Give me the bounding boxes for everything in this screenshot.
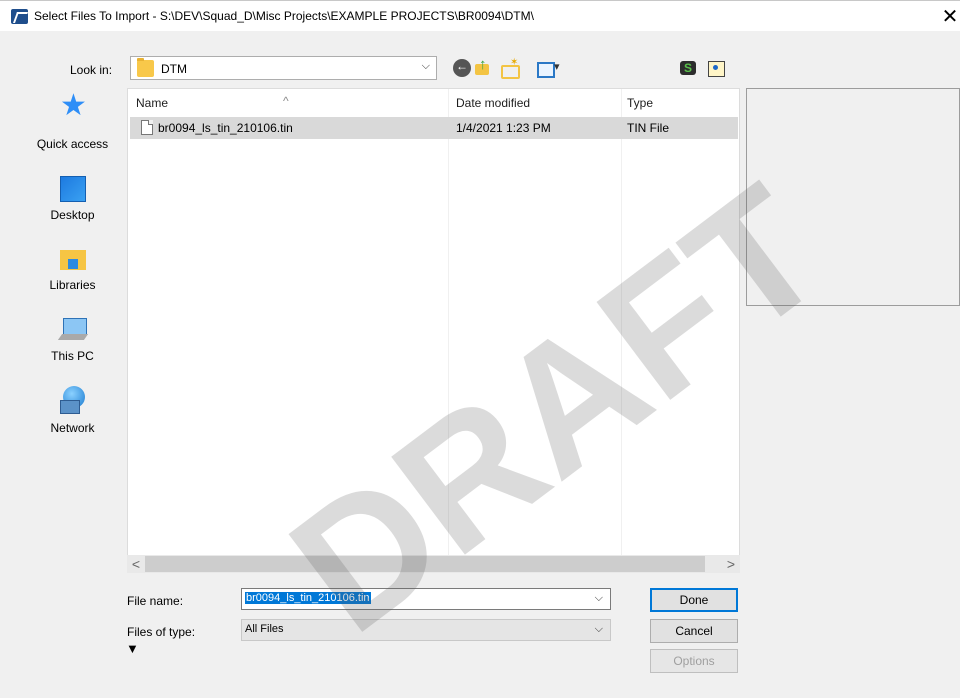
files-of-type-label: Files of type: bbox=[127, 625, 196, 639]
place-label: This PC bbox=[51, 349, 94, 363]
libraries-icon bbox=[60, 246, 86, 272]
column-divider bbox=[448, 89, 449, 557]
done-button[interactable]: Done bbox=[650, 588, 738, 612]
scroll-left-icon[interactable]: < bbox=[127, 555, 145, 573]
file-list[interactable]: Name ^ Date modified Type br0094_ls_tin_… bbox=[127, 88, 740, 558]
file-date-modified: 1/4/2021 1:23 PM bbox=[456, 121, 551, 135]
preview-tool-icon[interactable] bbox=[707, 59, 725, 77]
options-button[interactable]: Options bbox=[650, 649, 738, 673]
preview-pane bbox=[746, 88, 960, 306]
place-label: Libraries bbox=[49, 278, 96, 292]
chevron-down-icon: ⌵ bbox=[421, 60, 430, 72]
scroll-right-icon[interactable]: > bbox=[722, 555, 740, 573]
files-of-type-value: All Files bbox=[245, 623, 284, 635]
place-network[interactable]: Network bbox=[22, 386, 123, 456]
application-tool-icon[interactable] bbox=[680, 59, 698, 77]
file-name-label: File name: bbox=[127, 594, 184, 608]
files-of-type-dropdown[interactable]: All Files ⌵ bbox=[241, 619, 611, 641]
column-header-type[interactable]: Type bbox=[627, 96, 653, 110]
file-row[interactable]: br0094_ls_tin_210106.tin 1/4/2021 1:23 P… bbox=[130, 117, 738, 139]
column-divider bbox=[621, 89, 622, 557]
places-bar: Quick access Desktop Libraries This PC N… bbox=[22, 88, 123, 444]
file-name-field[interactable]: br0094_ls_tin_210106.tin ⌵ bbox=[241, 588, 611, 610]
expand-options-icon[interactable]: ▼ bbox=[126, 641, 139, 656]
view-menu-icon[interactable] bbox=[536, 59, 564, 78]
quick-access-icon bbox=[60, 89, 87, 123]
file-icon bbox=[141, 120, 153, 135]
column-header-name[interactable]: Name ^ bbox=[136, 94, 289, 110]
place-label: Desktop bbox=[50, 208, 95, 222]
close-icon[interactable]: ✕ bbox=[940, 4, 960, 28]
look-in-value: DTM bbox=[161, 62, 187, 76]
place-label: Quick access bbox=[36, 137, 109, 151]
selected-file-name-text: br0094_ls_tin_210106.tin bbox=[245, 592, 371, 604]
this-pc-icon bbox=[60, 316, 87, 342]
desktop-icon bbox=[60, 176, 86, 202]
folder-icon bbox=[137, 58, 154, 77]
place-quick-access[interactable]: Quick access bbox=[22, 88, 123, 158]
new-folder-icon[interactable] bbox=[500, 57, 520, 79]
chevron-down-icon[interactable]: ⌵ bbox=[595, 592, 603, 605]
title-bar: Select Files To Import - S:\DEV\Squad_D\… bbox=[0, 1, 960, 31]
place-libraries[interactable]: Libraries bbox=[22, 243, 123, 313]
app-logo-icon bbox=[11, 9, 28, 24]
file-name: br0094_ls_tin_210106.tin bbox=[158, 121, 293, 135]
cancel-button[interactable]: Cancel bbox=[650, 619, 738, 643]
horizontal-scrollbar[interactable]: < > bbox=[127, 555, 740, 573]
sort-indicator-icon: ^ bbox=[283, 94, 289, 108]
network-icon bbox=[60, 386, 86, 414]
look-in-dropdown[interactable]: DTM ⌵ bbox=[130, 56, 437, 80]
column-header-name-label: Name bbox=[136, 96, 169, 110]
look-in-label: Look in: bbox=[70, 63, 113, 77]
select-files-dialog: Select Files To Import - S:\DEV\Squad_D\… bbox=[0, 0, 960, 698]
file-name-value: br0094_ls_tin_210106.tin bbox=[245, 592, 371, 604]
column-header-date-modified[interactable]: Date modified bbox=[456, 96, 530, 110]
window-title: Select Files To Import - S:\DEV\Squad_D\… bbox=[34, 9, 534, 23]
file-type: TIN File bbox=[627, 121, 669, 135]
back-icon[interactable] bbox=[453, 59, 471, 77]
up-one-level-icon[interactable] bbox=[474, 56, 492, 77]
chevron-down-icon: ⌵ bbox=[594, 623, 603, 635]
scrollbar-thumb[interactable] bbox=[145, 556, 705, 572]
place-desktop[interactable]: Desktop bbox=[22, 173, 123, 243]
place-this-pc[interactable]: This PC bbox=[22, 314, 123, 384]
place-label: Network bbox=[50, 421, 95, 435]
